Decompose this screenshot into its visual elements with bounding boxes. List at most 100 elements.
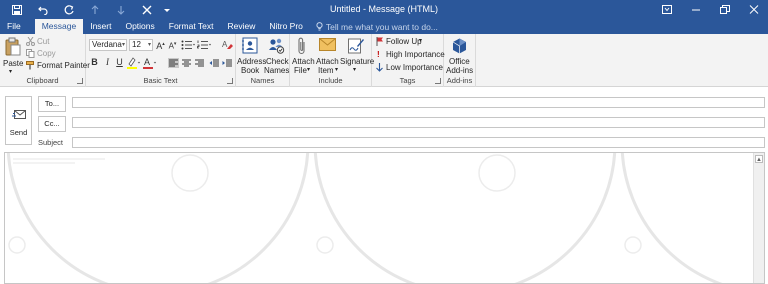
format-painter-button[interactable]: Format Painter <box>26 61 90 71</box>
signature-icon <box>348 38 364 54</box>
check-names-label-1: Check <box>266 57 289 66</box>
font-name-value: Verdana <box>92 40 122 49</box>
low-importance-button[interactable]: Low Importance <box>376 63 443 73</box>
close-icon[interactable] <box>739 0 768 19</box>
ribbon-display-options-icon[interactable] <box>652 0 681 19</box>
tab-format-text[interactable]: Format Text <box>162 19 221 34</box>
underline-button[interactable]: U <box>114 57 125 68</box>
shrink-font-button[interactable]: A▾ <box>167 39 178 51</box>
attach-item-label-1: Attach <box>316 57 339 66</box>
customize-qat-icon[interactable] <box>160 0 174 19</box>
attach-file-label-1: Attach <box>292 57 315 66</box>
window-controls <box>652 0 768 19</box>
copy-label: Copy <box>37 49 56 58</box>
undo-icon[interactable] <box>30 0 56 19</box>
font-size-value: 12 <box>132 40 141 49</box>
align-center-icon[interactable] <box>181 58 192 68</box>
high-importance-button[interactable]: ! High Importance <box>376 50 445 60</box>
follow-up-label: Follow Up <box>386 37 422 46</box>
address-book-button[interactable]: Address Book <box>236 36 267 76</box>
addins-group: Office Add-ins Add-ins <box>444 34 476 87</box>
clipboard-launcher-icon[interactable] <box>77 78 83 84</box>
redo-icon[interactable] <box>56 0 82 19</box>
clear-formatting-icon[interactable]: A <box>222 39 233 50</box>
addins-group-label: Add-ins <box>446 76 473 85</box>
vertical-scrollbar[interactable]: ▲ <box>753 153 764 283</box>
delete-icon[interactable] <box>134 0 160 19</box>
font-dropdown-icon: ▾ <box>121 42 125 48</box>
tell-me-box[interactable]: Tell me what you want to do... <box>310 19 438 34</box>
attach-item-icon <box>319 38 336 51</box>
check-names-button[interactable]: Check Names <box>263 36 290 76</box>
clipboard-group: Paste ▾ Cut Copy Format Painter Clipboar… <box>0 34 90 87</box>
message-body[interactable]: ▲ <box>4 152 765 284</box>
to-field[interactable] <box>72 97 765 108</box>
attach-file-label-2: File <box>294 66 307 75</box>
subject-field[interactable] <box>72 137 765 148</box>
check-names-icon <box>269 38 285 54</box>
high-importance-label: High Importance <box>386 50 445 59</box>
restore-icon[interactable] <box>710 0 739 19</box>
next-item-icon[interactable] <box>108 0 134 19</box>
office-addins-icon <box>452 38 466 54</box>
address-book-label-2: Book <box>241 66 260 75</box>
tab-file[interactable]: File <box>0 19 35 34</box>
office-addins-label-1: Office <box>449 57 470 66</box>
send-button[interactable]: Send <box>5 96 32 145</box>
align-left-icon[interactable] <box>168 58 179 68</box>
font-name-combo[interactable]: Verdana ▾ <box>89 39 127 51</box>
increase-indent-icon[interactable] <box>222 58 233 68</box>
svg-text:A: A <box>144 57 150 67</box>
tab-options[interactable]: Options <box>118 19 161 34</box>
quick-access-toolbar <box>4 0 174 19</box>
attach-file-dropdown-icon: ▾ <box>307 67 311 73</box>
attach-item-button[interactable]: Attach Item ▾ <box>314 36 342 76</box>
clipboard-group-label: Clipboard <box>26 76 59 85</box>
flag-icon <box>376 37 383 46</box>
copy-button[interactable]: Copy <box>26 49 84 59</box>
signature-button[interactable]: Signature ▾ <box>340 36 374 76</box>
paste-icon <box>5 37 21 56</box>
format-painter-icon <box>26 61 34 70</box>
basic-text-launcher-icon[interactable] <box>227 78 233 84</box>
bold-button[interactable]: B <box>89 57 100 68</box>
office-addins-button[interactable]: Office Add-ins <box>444 36 476 76</box>
send-icon <box>12 110 26 119</box>
scroll-up-icon[interactable]: ▲ <box>755 155 763 163</box>
tab-message[interactable]: Message <box>34 19 84 34</box>
cc-field[interactable] <box>72 117 765 128</box>
font-color-icon[interactable]: A <box>143 57 156 69</box>
size-dropdown-icon: ▾ <box>147 42 151 48</box>
check-names-label-2: Names <box>264 66 290 75</box>
decrease-indent-icon[interactable] <box>209 58 220 68</box>
numbering-icon[interactable] <box>197 40 211 50</box>
tab-review[interactable]: Review <box>220 19 262 34</box>
italic-button[interactable]: I <box>102 57 113 68</box>
attach-file-button[interactable]: Attach File ▾ <box>290 36 315 76</box>
tab-insert[interactable]: Insert <box>83 19 118 34</box>
to-button[interactable]: To... <box>38 96 66 112</box>
address-book-label-1: Address <box>237 57 267 66</box>
grow-font-button[interactable]: A▴ <box>155 39 166 51</box>
paste-button[interactable]: Paste ▾ <box>2 36 23 75</box>
previous-item-icon[interactable] <box>82 0 108 19</box>
minimize-icon[interactable] <box>681 0 710 19</box>
title-bar: Untitled - Message (HTML) <box>0 0 768 19</box>
tab-nitro-pro[interactable]: Nitro Pro <box>262 19 310 34</box>
font-size-combo[interactable]: 12 ▾ <box>129 39 153 51</box>
ribbon-tabs: File Message Insert Options Format Text … <box>0 19 768 34</box>
include-group-label: Include <box>318 76 343 85</box>
basic-text-group: Verdana ▾ 12 ▾ A▴ A▾ A B I U A Basic Text <box>86 34 236 87</box>
bullets-icon[interactable] <box>181 40 195 50</box>
align-right-icon[interactable] <box>194 58 205 68</box>
cc-button[interactable]: Cc... <box>38 116 66 132</box>
save-icon[interactable] <box>4 0 30 19</box>
follow-up-button[interactable]: Follow Up ▾ <box>376 37 442 47</box>
cut-label: Cut <box>37 37 50 46</box>
cut-button[interactable]: Cut <box>26 37 84 47</box>
signature-dropdown-icon: ▾ <box>353 67 357 73</box>
highlight-color-icon[interactable] <box>127 57 140 69</box>
basic-text-group-label: Basic Text <box>143 76 178 85</box>
tags-launcher-icon[interactable] <box>435 78 441 84</box>
follow-up-dropdown-icon: ▾ <box>419 38 423 44</box>
